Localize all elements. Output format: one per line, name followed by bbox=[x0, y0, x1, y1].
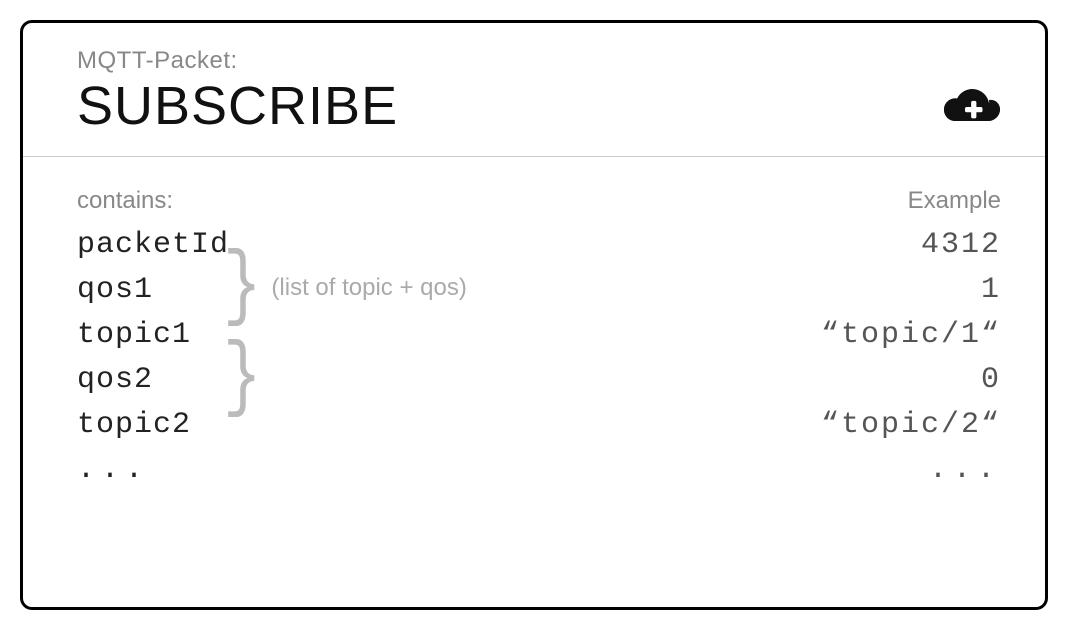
field-value: ... bbox=[929, 448, 1001, 493]
field-key: topic2 bbox=[77, 403, 191, 448]
field-key: packetId bbox=[77, 223, 229, 268]
section-labels: contains: Example bbox=[77, 187, 1001, 215]
field-key: qos1 bbox=[77, 268, 153, 313]
packet-card: MQTT-Packet: SUBSCRIBE contains: Example… bbox=[20, 20, 1048, 610]
contains-label: contains: bbox=[77, 187, 173, 215]
cloud-upload-icon bbox=[943, 86, 1001, 128]
field-row: topic2 “topic/2“ bbox=[77, 403, 1001, 448]
packet-subtitle: MQTT-Packet: bbox=[77, 47, 398, 75]
field-value: “topic/1“ bbox=[821, 313, 1001, 358]
card-header: MQTT-Packet: SUBSCRIBE bbox=[23, 23, 1045, 157]
example-label: Example bbox=[908, 187, 1001, 215]
card-body: contains: Example packetId 4312 qos1 1 t… bbox=[23, 157, 1045, 523]
field-row: topic1 “topic/1“ bbox=[77, 313, 1001, 358]
field-key: qos2 bbox=[77, 358, 153, 403]
packet-title: SUBSCRIBE bbox=[77, 77, 398, 136]
field-key: topic1 bbox=[77, 313, 191, 358]
field-row: packetId 4312 bbox=[77, 223, 1001, 268]
field-key: ... bbox=[77, 448, 149, 493]
header-text: MQTT-Packet: SUBSCRIBE bbox=[77, 47, 398, 136]
field-value: “topic/2“ bbox=[821, 403, 1001, 448]
field-row: qos2 0 bbox=[77, 358, 1001, 403]
field-row-ellipsis: ... ... bbox=[77, 448, 1001, 493]
field-row: qos1 1 bbox=[77, 268, 1001, 313]
field-value: 1 bbox=[981, 268, 1001, 313]
field-value: 0 bbox=[981, 358, 1001, 403]
field-value: 4312 bbox=[921, 223, 1001, 268]
